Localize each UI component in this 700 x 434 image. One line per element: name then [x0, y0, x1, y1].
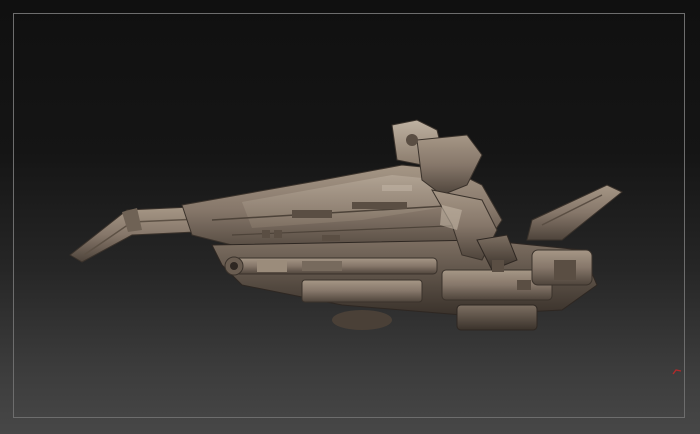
engine-block — [211, 239, 598, 331]
mech-hover-bike-model[interactable] — [62, 110, 632, 345]
sculpt-viewport[interactable] — [0, 0, 700, 434]
right-tail-fin — [526, 184, 623, 241]
red-axis-marker-icon — [672, 369, 682, 375]
